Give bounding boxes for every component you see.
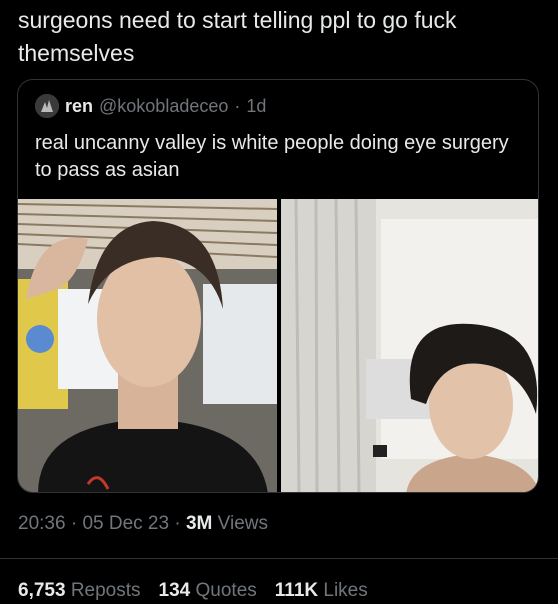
engagement-stats: 6,753 Reposts 134 Quotes 111K Likes [18, 580, 368, 602]
quote-author-name[interactable]: ren [65, 96, 93, 117]
views-count: 3M [185, 513, 213, 534]
quoted-tweet[interactable]: ren @kokobladeceo · 1d real uncanny vall… [17, 79, 539, 493]
likes-stat[interactable]: 111K Likes [275, 580, 368, 602]
tweet-time[interactable]: 20:36 [18, 513, 66, 534]
divider [0, 558, 558, 559]
likes-count: 111K [274, 580, 319, 601]
quote-text: real uncanny valley is white people doin… [35, 132, 509, 181]
quotes-label: Quotes [195, 580, 257, 601]
meta-separator: · [174, 513, 181, 534]
quote-timestamp[interactable]: 1d [246, 96, 266, 117]
media-image-left[interactable] [18, 199, 277, 492]
media-image-right[interactable] [281, 199, 538, 492]
quote-media [18, 199, 538, 492]
reposts-stat[interactable]: 6,753 Reposts [18, 580, 141, 602]
tweet-text: surgeons need to start telling ppl to go… [18, 7, 457, 66]
views-label: Views [217, 513, 268, 534]
reposts-label: Reposts [70, 580, 141, 601]
quotes-count: 134 [158, 580, 191, 601]
quote-author-handle[interactable]: @kokobladeceo [99, 96, 228, 117]
avatar[interactable] [35, 94, 59, 118]
likes-label: Likes [323, 580, 368, 601]
reposts-count: 6,753 [18, 580, 66, 601]
tweet-meta: 20:36 · 05 Dec 23 · 3M Views [18, 513, 268, 535]
quotes-stat[interactable]: 134 Quotes [159, 580, 257, 602]
meta-separator: · [70, 513, 78, 534]
separator-dot: · [234, 95, 241, 116]
tweet-date[interactable]: 05 Dec 23 [82, 513, 169, 534]
quote-header: ren @kokobladeceo · 1d [35, 94, 266, 118]
